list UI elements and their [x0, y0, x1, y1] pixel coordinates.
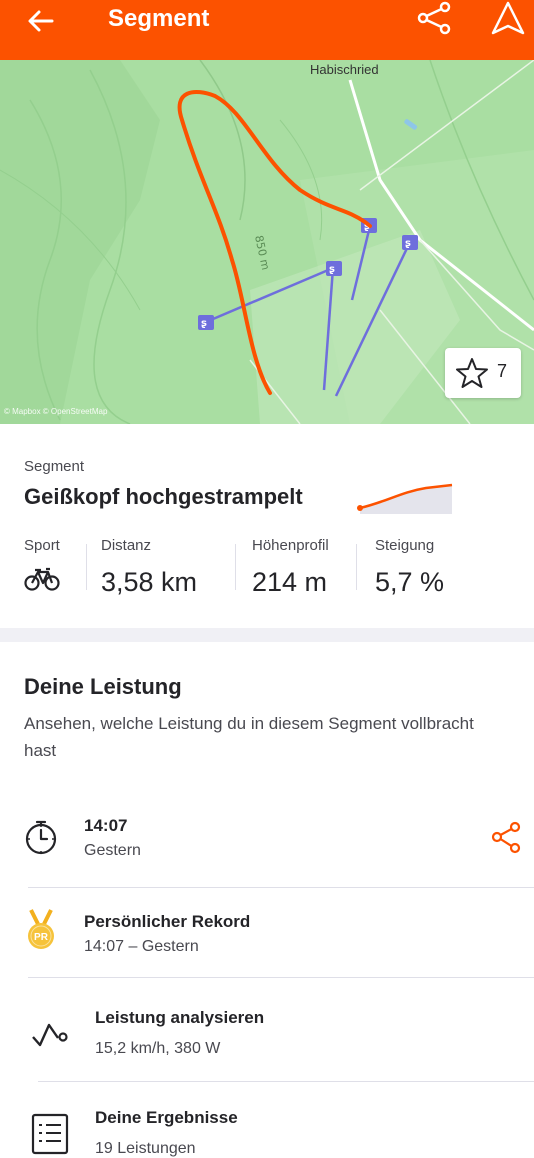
stat-value: 214 m [252, 567, 328, 597]
section-title: Deine Leistung [24, 674, 182, 699]
star-segment-button[interactable]: 7 [445, 348, 521, 398]
list-icon [31, 1113, 69, 1155]
map-place-label: Habischried [310, 62, 379, 77]
row-title: 14:07 [84, 816, 128, 835]
row-title: Deine Ergebnisse [95, 1108, 238, 1127]
svg-text:ʂ: ʂ [405, 238, 411, 249]
row-subtitle: Gestern [84, 842, 141, 859]
analyze-effort-row[interactable]: Leistung analysieren 15,2 km/h, 380 W [0, 992, 534, 1072]
share-icon[interactable] [488, 820, 524, 856]
personal-record-row[interactable]: PR Persönlicher Rekord 14:07 – Gestern [0, 900, 534, 976]
analysis-icon [32, 1023, 68, 1047]
elevation-profile-icon [357, 483, 453, 514]
stat-sport: Sport [24, 536, 60, 597]
svg-text:ʂ: ʂ [329, 264, 335, 275]
segment-info: Segment Geißkopf hochgestrampelt Sport D… [0, 424, 534, 628]
navigation-icon[interactable] [488, 0, 528, 40]
stat-label: Höhenprofil [252, 537, 329, 554]
star-count: 7 [497, 361, 508, 381]
stat-grade: Steigung 5,7 % [375, 536, 444, 598]
segment-label: Segment [24, 458, 85, 475]
page-title: Segment [108, 5, 210, 32]
section-divider [0, 628, 534, 642]
stat-distance: Distanz 3,58 km [101, 536, 197, 598]
stat-elevation: Höhenprofil 214 m [252, 536, 329, 598]
performance-section: Deine Leistung Ansehen, welche Leistung … [0, 642, 534, 1158]
stat-value: 3,58 km [101, 567, 198, 597]
your-results-row[interactable]: Deine Ergebnisse 19 Leistungen [0, 1094, 534, 1158]
pr-medal-icon: PR [28, 909, 54, 949]
stat-label: Sport [24, 537, 60, 554]
stopwatch-icon [25, 820, 57, 855]
row-subtitle: 15,2 km/h, 380 W [95, 1040, 221, 1057]
row-subtitle: 14:07 – Gestern [84, 938, 199, 955]
bike-icon [24, 567, 60, 591]
arrow-left-icon[interactable] [24, 4, 58, 38]
segment-name: Geißkopf hochgestrampelt [24, 484, 303, 509]
svg-text:PR: PR [34, 932, 49, 943]
row-title: Persönlicher Rekord [84, 912, 251, 931]
section-description: Ansehen, welche Leistung du in diesem Se… [24, 714, 474, 760]
svg-text:ʂ: ʂ [201, 318, 207, 329]
stat-label: Steigung [375, 537, 435, 554]
stat-label: Distanz [101, 537, 152, 554]
segment-map[interactable]: ʂʂ ʂʂ 850 m Habischried © Mapbox © OpenS… [0, 60, 534, 424]
stat-value: 5,7 % [375, 567, 445, 597]
effort-time-row[interactable]: 14:07 Gestern [0, 810, 534, 886]
app-header: Segment [0, 0, 534, 60]
star-icon [456, 358, 488, 388]
share-icon[interactable] [414, 0, 454, 40]
map-attribution[interactable]: © Mapbox © OpenStreetMap [4, 407, 107, 416]
row-title: Leistung analysieren [95, 1008, 265, 1027]
row-subtitle: 19 Leistungen [95, 1140, 196, 1157]
